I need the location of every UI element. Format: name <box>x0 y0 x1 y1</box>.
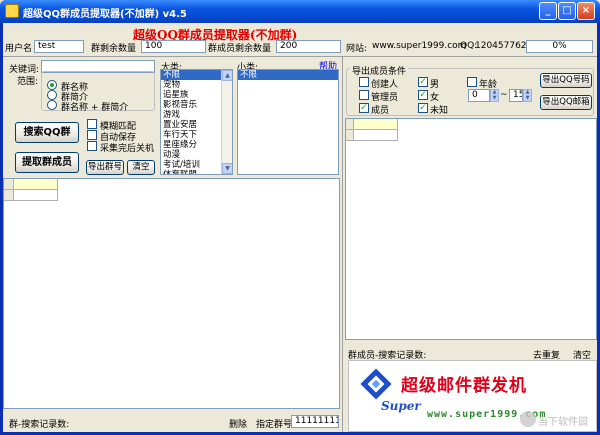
export-groups-button[interactable]: 导出群号 <box>86 160 124 175</box>
age-max-spinner[interactable]: ▲ ▼ <box>523 89 532 102</box>
member-checkbox[interactable]: ✓ <box>359 103 369 113</box>
grid-cell[interactable] <box>354 130 398 141</box>
app-icon <box>5 4 19 18</box>
panel-divider <box>342 57 343 432</box>
ad-brand: Super <box>381 399 421 413</box>
age-range-tilde: ~ <box>500 90 508 100</box>
age-min-spinner[interactable]: ▲ ▼ <box>490 89 499 102</box>
shutdown-checkbox[interactable] <box>87 141 97 151</box>
admin-checkbox[interactable] <box>359 90 369 100</box>
female-label: 女 <box>430 93 440 103</box>
scroll-up-icon[interactable]: ▲ <box>222 70 232 81</box>
clear-groups-button[interactable]: 清空 <box>127 160 155 175</box>
big-category-scrollbar[interactable]: ▲ ▼ <box>221 70 232 174</box>
creator-label: 创建人 <box>371 80 399 90</box>
grid-row-header <box>4 190 14 201</box>
group-quota-field: 100 <box>141 40 206 53</box>
grid-cell-active[interactable] <box>14 179 58 190</box>
user-field: test <box>34 40 84 53</box>
big-category-list[interactable]: 不限宠物追星族影视音乐游戏置业安居车行天下星座缘分动漫考试/培训体育联盟职业交流… <box>160 69 233 175</box>
delete-button[interactable]: 删除 <box>229 417 247 430</box>
grid-cell[interactable] <box>14 190 58 201</box>
user-label: 用户名 <box>5 44 33 54</box>
small-category-list[interactable]: 不限 <box>237 69 339 175</box>
minimize-button[interactable]: _ <box>539 2 557 20</box>
watermark-text: 当下软件园 <box>538 417 588 428</box>
grid-corner <box>346 119 354 130</box>
assign-group-label: 指定群号 <box>256 420 293 430</box>
ad-title: 超级邮件群发机 <box>401 376 527 396</box>
group-quota-label: 群剩余数量 <box>91 44 137 54</box>
ad-banner[interactable]: 超级邮件群发机 Super www.super1999.com 当下软件园 <box>348 360 597 432</box>
super-logo-icon <box>360 368 392 400</box>
scope-label: 范围: <box>17 77 39 87</box>
autosave-checkbox[interactable] <box>87 130 97 140</box>
grid-cell-active[interactable] <box>354 119 398 130</box>
scope-option-both: 群名称 + 群简介 <box>61 103 129 113</box>
extract-members-button[interactable]: 提取群成员 <box>15 152 79 173</box>
fuzzy-checkbox[interactable] <box>87 119 97 129</box>
search-groups-button[interactable]: 搜索QQ群 <box>15 122 79 143</box>
export-qq-button[interactable]: 导出QQ号码 <box>540 73 592 88</box>
male-label: 男 <box>430 80 440 90</box>
website-label: 网站: <box>346 44 368 54</box>
unknown-label: 未知 <box>430 106 449 116</box>
unknown-checkbox[interactable]: ✓ <box>418 103 428 113</box>
window-title: 超级QQ群成员提取器(不加群) v4.5 <box>23 9 187 20</box>
scroll-down-icon[interactable]: ▼ <box>222 163 232 174</box>
progress-percent: 0% <box>526 40 593 53</box>
shutdown-label: 采集完后关机 <box>100 144 155 154</box>
member-label: 成员 <box>371 106 390 116</box>
age-checkbox[interactable] <box>467 77 477 87</box>
grid-row-header <box>346 130 354 141</box>
female-checkbox[interactable]: ✓ <box>418 90 428 100</box>
website-value: www.super1999.com <box>372 41 467 51</box>
close-button[interactable]: × <box>577 2 595 20</box>
header-divider <box>3 56 597 57</box>
watermark-logo-icon <box>520 411 536 427</box>
member-result-grid[interactable] <box>345 118 597 340</box>
client-area: 超级QQ群成员提取器(不加群) 用户名 test 群剩余数量 100 群成员剩余… <box>3 23 597 432</box>
scope-radio-intro[interactable] <box>47 90 57 100</box>
assign-group-input[interactable]: 11111111 <box>291 415 339 428</box>
group-record-label: 群-搜索记录数: <box>9 420 70 430</box>
member-quota-label: 群成员剩余数量 <box>208 44 272 54</box>
maximize-button[interactable]: □ <box>558 2 576 20</box>
grid-corner <box>4 179 14 190</box>
group-result-grid[interactable] <box>3 178 340 409</box>
export-email-button[interactable]: 导出QQ邮箱 <box>540 95 592 110</box>
export-conditions-title: 导出成员条件 <box>350 64 409 77</box>
male-checkbox[interactable]: ✓ <box>418 77 428 87</box>
small-category-item[interactable]: 不限 <box>238 70 338 80</box>
age-min-input[interactable]: 0 <box>468 89 490 102</box>
creator-checkbox[interactable] <box>359 77 369 87</box>
scope-radio-both[interactable] <box>47 100 57 110</box>
scope-radio-name[interactable] <box>47 80 57 90</box>
member-quota-field: 200 <box>276 40 341 53</box>
qq-value: 1204577621 <box>475 41 533 51</box>
age-max-input[interactable]: 150 <box>509 89 523 102</box>
app-window: 超级QQ群成员提取器(不加群) v4.5 _ □ × 超级QQ群成员提取器(不加… <box>0 0 600 435</box>
admin-label: 管理员 <box>371 93 399 103</box>
title-bar[interactable]: 超级QQ群成员提取器(不加群) v4.5 _ □ × <box>0 0 600 23</box>
